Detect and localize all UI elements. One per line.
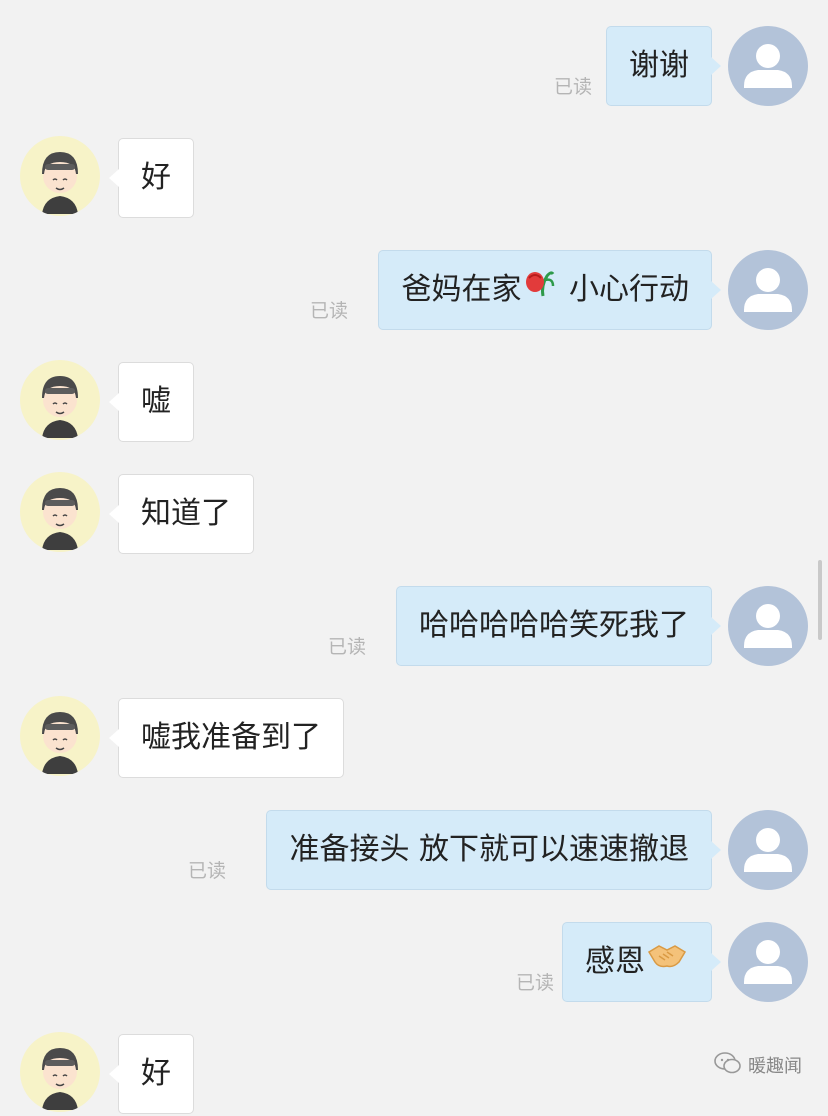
- message-bubble-outgoing[interactable]: 爸妈在家 小心行动: [378, 250, 721, 330]
- message-text: 哈哈哈哈哈笑死我了: [419, 608, 689, 643]
- user-avatar-placeholder-icon[interactable]: [728, 810, 808, 890]
- message-row-incoming: 嘘: [0, 360, 828, 444]
- message-text: 嘘我准备到了: [141, 720, 321, 755]
- message-row-outgoing: 已读 准备接头 放下就可以速速撤退: [0, 808, 828, 892]
- message-row-outgoing: 已读 哈哈哈哈哈笑死我了: [0, 584, 828, 668]
- read-receipt: 已读: [515, 972, 554, 994]
- message-row-incoming: 知道了: [0, 472, 828, 556]
- message-text: 爸妈在家: [401, 272, 522, 307]
- handshake-emoji-icon: [647, 924, 687, 1002]
- message-text: 知道了: [141, 496, 231, 531]
- message-row-incoming: 好: [0, 136, 828, 220]
- message-text: 好: [141, 1056, 171, 1091]
- contact-avatar-helmet-icon[interactable]: [20, 696, 100, 776]
- read-receipt: 已读: [553, 76, 592, 98]
- message-row-incoming: 好: [0, 1032, 828, 1116]
- message-row-outgoing: 已读 爸妈在家 小心行动: [0, 248, 828, 332]
- message-bubble-outgoing[interactable]: 哈哈哈哈哈笑死我了: [396, 586, 721, 666]
- message-bubble-incoming[interactable]: 知道了: [109, 474, 254, 554]
- read-receipt: 已读: [309, 300, 348, 322]
- message-bubble-outgoing[interactable]: 感恩: [562, 922, 721, 1002]
- message-bubble-incoming[interactable]: 好: [109, 138, 194, 218]
- message-row-incoming: 嘘我准备到了: [0, 696, 828, 780]
- wechat-icon: [714, 1051, 742, 1080]
- message-bubble-incoming[interactable]: 嘘我准备到了: [109, 698, 344, 778]
- message-bubble-incoming[interactable]: 嘘: [109, 362, 194, 442]
- rose-emoji-icon: [523, 252, 557, 330]
- user-avatar-placeholder-icon[interactable]: [728, 250, 808, 330]
- contact-avatar-helmet-icon[interactable]: [20, 472, 100, 552]
- watermark-label: 暖趣闻: [748, 1056, 802, 1077]
- message-bubble-outgoing[interactable]: 准备接头 放下就可以速速撤退: [266, 810, 721, 890]
- user-avatar-placeholder-icon[interactable]: [728, 26, 808, 106]
- chat-message-list[interactable]: 已读 谢谢 好 已读 爸妈在家 小心行动 嘘 知道了 已读 哈哈哈哈哈笑死我了 …: [0, 0, 828, 1114]
- contact-avatar-helmet-icon[interactable]: [20, 136, 100, 216]
- contact-avatar-helmet-icon[interactable]: [20, 360, 100, 440]
- scrollbar-thumb[interactable]: [818, 560, 822, 640]
- message-bubble-incoming[interactable]: 好: [109, 1034, 194, 1114]
- message-text: 感恩: [585, 944, 645, 979]
- user-avatar-placeholder-icon[interactable]: [728, 586, 808, 666]
- message-text: 嘘: [141, 384, 171, 419]
- message-text: 小心行动: [559, 272, 689, 307]
- message-text: 好: [141, 160, 171, 195]
- read-receipt: 已读: [187, 860, 226, 882]
- read-receipt: 已读: [327, 636, 366, 658]
- message-row-outgoing: 已读 感恩: [0, 920, 828, 1004]
- message-row-outgoing: 已读 谢谢: [0, 24, 828, 108]
- watermark: 暖趣闻: [714, 1050, 802, 1080]
- message-bubble-outgoing[interactable]: 谢谢: [606, 26, 721, 106]
- user-avatar-placeholder-icon[interactable]: [728, 922, 808, 1002]
- contact-avatar-helmet-icon[interactable]: [20, 1032, 100, 1112]
- message-text: 谢谢: [629, 48, 689, 83]
- message-text: 准备接头 放下就可以速速撤退: [289, 832, 689, 867]
